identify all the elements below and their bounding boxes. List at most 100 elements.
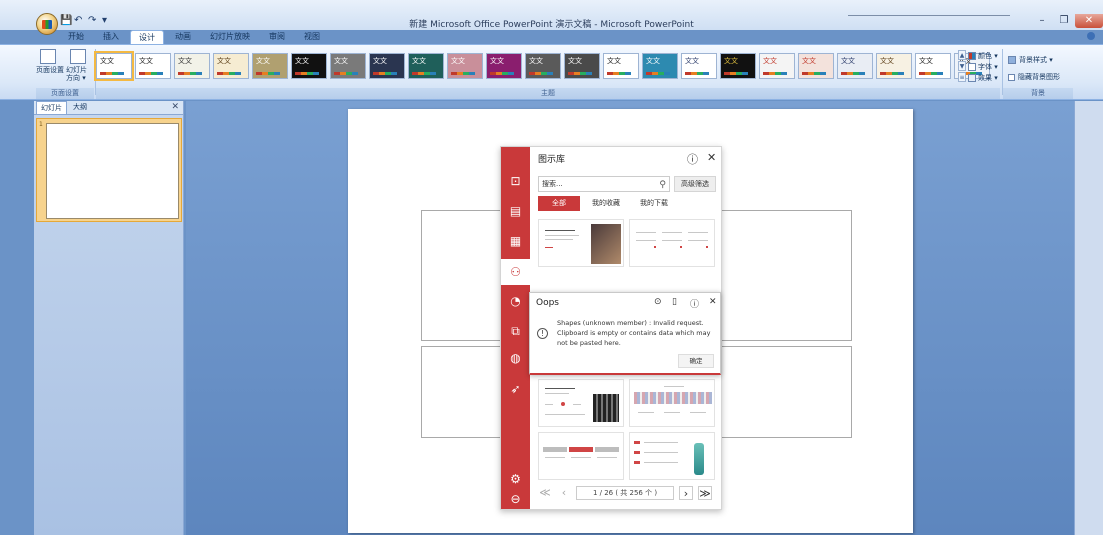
hide-background-checkbox[interactable]: 隐藏背景图形 [1008, 72, 1060, 82]
collapse-icon[interactable]: ⊙ [654, 297, 662, 307]
gallery-down-button[interactable]: ▼ [958, 61, 966, 71]
diagram-card[interactable] [538, 379, 624, 427]
theme-thumbnail[interactable]: 文文 [642, 53, 678, 79]
layout-icon[interactable]: ▤ [509, 205, 522, 218]
theme-label: 文文 [919, 57, 933, 65]
theme-label: 文文 [841, 57, 855, 65]
diagram-card[interactable] [629, 379, 715, 427]
filter-tab-0[interactable]: 全部 [538, 196, 580, 211]
next-page-button[interactable]: › [679, 486, 693, 500]
theme-colors-button[interactable]: 颜色 ▾ [968, 51, 998, 60]
diagram-card[interactable] [538, 219, 624, 267]
redo-icon[interactable]: ↷ [88, 16, 98, 26]
office-button[interactable] [36, 13, 58, 35]
save-icon[interactable]: 💾 [60, 16, 72, 26]
search-icon[interactable]: ⚲ [659, 178, 666, 192]
grid-icon[interactable]: ▦ [509, 235, 522, 248]
theme-thumbnail[interactable]: 文文 [798, 53, 834, 79]
theme-thumbnail[interactable]: 文文 [330, 53, 366, 79]
template-icon[interactable]: ⊡ [509, 175, 522, 188]
theme-thumbnail[interactable]: 文文 [252, 53, 288, 79]
theme-thumbnail[interactable]: 文文 [603, 53, 639, 79]
diagram-card[interactable] [629, 219, 715, 267]
theme-thumbnail[interactable]: 文文 [174, 53, 210, 79]
diagram-icon[interactable]: ⚇ [501, 259, 530, 285]
tab-3[interactable]: 动画 [167, 30, 199, 44]
theme-thumbnail[interactable]: 文文 [759, 53, 795, 79]
customize-qat-icon[interactable]: ▾ [102, 16, 112, 26]
filter-tab-1[interactable]: 我的收藏 [584, 196, 628, 211]
theme-thumbnail[interactable]: 文文 [291, 53, 327, 79]
palette-icon[interactable]: ◍ [509, 352, 522, 365]
slide-orientation-sub[interactable]: 方向 ▾ [66, 74, 87, 82]
slide-orientation-icon[interactable] [70, 49, 86, 64]
close-window-button[interactable]: ✕ [1075, 14, 1103, 28]
tab-5[interactable]: 审阅 [261, 30, 293, 44]
close-icon[interactable]: ✕ [709, 297, 717, 307]
gallery-more-button[interactable]: ≡ [958, 72, 966, 82]
diagram-card[interactable] [538, 432, 624, 480]
page-indicator[interactable]: 1 / 26 ( 共 256 个 ) [576, 486, 674, 500]
theme-thumbnail[interactable]: 文文 [94, 51, 134, 81]
tab-2[interactable]: 设计 [130, 30, 164, 44]
theme-thumbnail[interactable]: 文文 [564, 53, 600, 79]
close-icon[interactable]: ✕ [707, 151, 716, 164]
theme-thumbnail[interactable]: 文文 [486, 53, 522, 79]
search-input[interactable]: 搜索... ⚲ [538, 176, 670, 192]
theme-fonts-button[interactable]: 字体 ▾ [968, 62, 998, 71]
page-setup-button[interactable]: 页面设置 [36, 66, 64, 82]
theme-thumbnail[interactable]: 文文 [369, 53, 405, 79]
theme-thumbnail[interactable]: 文文 [135, 53, 171, 79]
close-panel-icon[interactable]: ✕ [171, 101, 179, 114]
help-icon[interactable]: ⓘ [687, 151, 698, 167]
slide-number: 1 [39, 121, 43, 128]
background-styles-button[interactable]: 背景样式 ▾ [1008, 55, 1060, 65]
theme-thumbnail[interactable]: 文文 [213, 53, 249, 79]
tab-outline[interactable]: 大纲 [69, 101, 91, 114]
theme-gallery-scroll: ▲ ▼ ≡ [958, 50, 966, 82]
tab-6[interactable]: 视图 [296, 30, 328, 44]
undo-icon[interactable]: ↶ [74, 16, 84, 26]
theme-thumbnail[interactable]: 文文 [447, 53, 483, 79]
theme-thumbnail[interactable]: 文文 [720, 53, 756, 79]
theme-thumbnail[interactable]: 文文 [915, 53, 951, 79]
tab-1[interactable]: 插入 [95, 30, 127, 44]
theme-thumbnail[interactable]: 文文 [525, 53, 561, 79]
theme-thumbnail[interactable]: 文文 [408, 53, 444, 79]
effects-icon [968, 73, 976, 82]
slide-thumbnail-selected[interactable]: 1 [36, 118, 182, 222]
tab-slides[interactable]: 幻灯片 [36, 101, 67, 114]
theme-effects-button[interactable]: 效果 ▾ [968, 73, 998, 82]
tab-0[interactable]: 开始 [60, 30, 92, 44]
diagram-card[interactable] [629, 432, 715, 480]
theme-color-bar [763, 72, 787, 75]
shapes-icon[interactable]: ⧉ [509, 325, 522, 338]
filter-tab-2[interactable]: 我的下载 [632, 196, 676, 211]
slide-thumbnail[interactable] [46, 123, 179, 219]
ok-button[interactable]: 确定 [678, 354, 714, 368]
last-page-button[interactable]: ≫ [698, 486, 712, 500]
slide-orientation-button[interactable]: 幻灯片 [66, 66, 87, 74]
tab-4[interactable]: 幻灯片放映 [202, 30, 258, 44]
prev-page-button[interactable]: ‹ [557, 486, 571, 500]
help-icon[interactable] [1087, 32, 1095, 40]
theme-color-bar [373, 72, 397, 75]
rocket-icon[interactable]: ➶ [509, 383, 522, 396]
settings-icon[interactable]: ⚙ [509, 473, 522, 486]
theme-label: 文文 [880, 57, 894, 65]
restore-button[interactable]: ❐ [1053, 14, 1075, 28]
help-icon[interactable]: ⓘ [690, 297, 699, 310]
theme-thumbnail[interactable]: 文文 [837, 53, 873, 79]
theme-color-bar [646, 72, 670, 75]
theme-label: 文文 [646, 57, 660, 65]
copy-icon[interactable]: ▯ [672, 297, 677, 307]
theme-thumbnail[interactable]: 文文 [876, 53, 912, 79]
minimize-button[interactable]: – [1031, 14, 1053, 28]
gallery-up-button[interactable]: ▲ [958, 50, 966, 60]
exit-icon[interactable]: ⊖ [509, 493, 522, 506]
chart-icon[interactable]: ◔ [509, 295, 522, 308]
page-setup-icon[interactable] [40, 49, 56, 64]
advanced-filter-button[interactable]: 高级筛选 [674, 176, 716, 192]
theme-thumbnail[interactable]: 文文 [681, 53, 717, 79]
first-page-button[interactable]: ≪ [538, 486, 552, 500]
